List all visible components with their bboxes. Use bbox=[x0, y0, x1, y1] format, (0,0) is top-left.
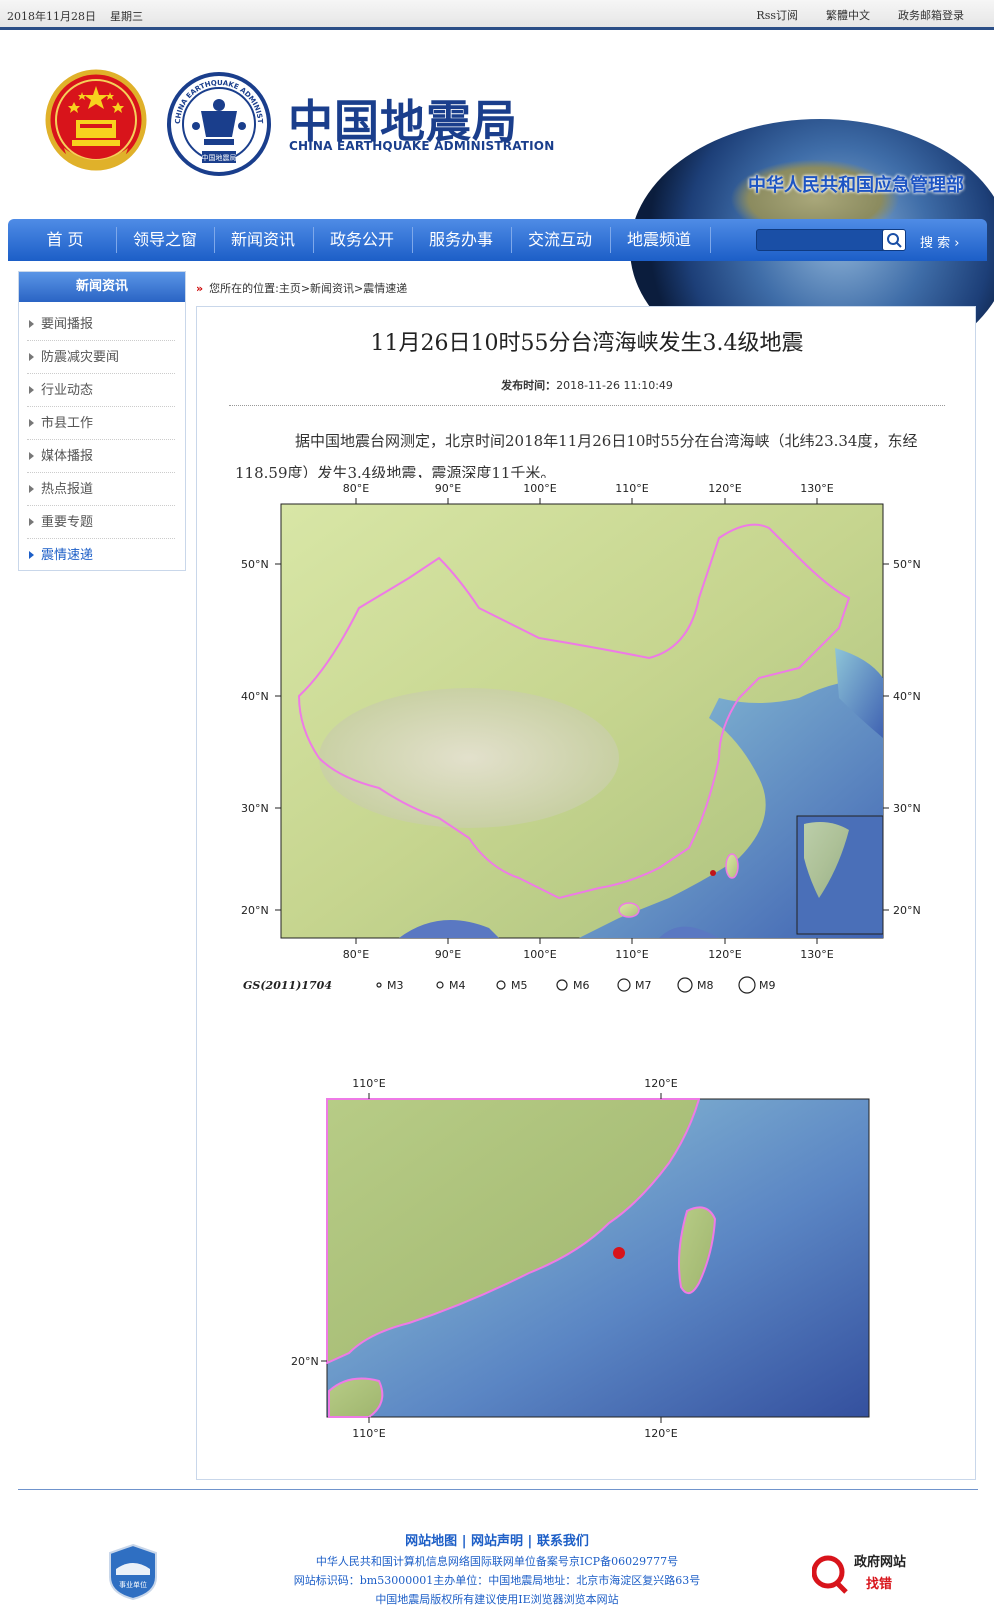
nav-gov-affairs[interactable]: 政务公开 bbox=[311, 219, 413, 261]
lat-label-20-right: 20°N bbox=[893, 904, 921, 917]
lon-label-130-bottom: 130°E bbox=[800, 948, 833, 961]
lon-label-120: 120°E bbox=[708, 482, 741, 495]
nav-services[interactable]: 服务办事 bbox=[410, 219, 512, 261]
sidebar-item-hot-reports[interactable]: 热点报道 bbox=[27, 473, 175, 506]
badge-left-text: 事业单位 bbox=[119, 1580, 147, 1589]
legend-m4: M4 bbox=[449, 979, 466, 992]
top-bar: 2018年11月28日 星期三 Rss订阅 繁體中文 政务邮箱登录 bbox=[0, 0, 994, 30]
breadcrumb: » 您所在的位置:主页>新闻资讯>震情速递 bbox=[196, 280, 407, 296]
site-title-en: CHINA EARTHQUAKE ADMINISTRATION bbox=[289, 139, 555, 153]
article-panel: 11月26日10时55分台湾海峡发生3.4级地震 发布时间：2018-11-26… bbox=[196, 306, 976, 1480]
sidebar-item-media[interactable]: 媒体播报 bbox=[27, 440, 175, 473]
legend-m7: M7 bbox=[635, 979, 652, 992]
footer-divider bbox=[18, 1489, 978, 1490]
divider bbox=[229, 405, 945, 406]
legend-m6: M6 bbox=[573, 979, 590, 992]
national-emblem-icon bbox=[45, 69, 147, 171]
lon-label-100-bottom: 100°E bbox=[523, 948, 556, 961]
lat-label-20-detail: 20°N bbox=[291, 1355, 319, 1368]
earthquake-epicenter-icon bbox=[613, 1247, 625, 1259]
sidebar-item-quake-express[interactable]: 震情速递 bbox=[27, 539, 175, 572]
lon-label-130: 130°E bbox=[800, 482, 833, 495]
sidebar: 新闻资讯 要闻播报 防震减灾要闻 行业动态 市县工作 媒体播报 热点报道 重要专… bbox=[18, 271, 186, 571]
nav-leaders[interactable]: 领导之窗 bbox=[114, 219, 216, 261]
chevron-right-icon bbox=[29, 419, 34, 427]
chevron-right-icon bbox=[29, 386, 34, 394]
taiwan-strait-detail-map: 110°E 120°E 110°E 120°E 20°N bbox=[289, 1073, 889, 1459]
sidebar-item-headlines[interactable]: 要闻播报 bbox=[27, 308, 175, 341]
rss-link[interactable]: Rss订阅 bbox=[756, 7, 798, 23]
date-text: 2018年11月28日 bbox=[7, 10, 96, 23]
lon-label-110-detail: 110°E bbox=[352, 1077, 385, 1090]
weekday-text: 星期三 bbox=[110, 10, 143, 23]
ministry-link[interactable]: 中华人民共和国应急管理部 bbox=[748, 171, 964, 197]
chevron-right-icon bbox=[29, 485, 34, 493]
lat-label-50: 50°N bbox=[241, 558, 269, 571]
chevron-right-icon bbox=[29, 353, 34, 361]
lon-label-110-bottom: 110°E bbox=[615, 948, 648, 961]
nav-home[interactable]: 首 页 bbox=[14, 219, 116, 261]
badge-right-top: 政府网站 bbox=[854, 1554, 906, 1570]
cea-seal-icon: CHINA EARTHQUAKE ADMINISTRATION 中国地震局 bbox=[166, 71, 271, 176]
breadcrumb-text[interactable]: 您所在的位置:主页>新闻资讯>震情速递 bbox=[209, 282, 407, 295]
site-header: CHINA EARTHQUAKE ADMINISTRATION 中国地震局 中国… bbox=[0, 33, 994, 379]
gov-site-error-report-icon[interactable]: 政府网站 找错 bbox=[812, 1550, 912, 1596]
legend-m5: M5 bbox=[511, 979, 528, 992]
sidebar-item-industry[interactable]: 行业动态 bbox=[27, 374, 175, 407]
lat-label-50-right: 50°N bbox=[893, 558, 921, 571]
sidebar-heading: 新闻资讯 bbox=[19, 272, 185, 302]
article-title: 11月26日10时55分台湾海峡发生3.4级地震 bbox=[370, 331, 804, 356]
map-credit: GS(2011)1704 bbox=[243, 979, 332, 992]
lat-label-40: 40°N bbox=[241, 690, 269, 703]
main-nav: 首 页 领导之窗 新闻资讯 政务公开 服务办事 交流互动 地震频道 搜 索 › bbox=[8, 219, 987, 261]
lon-label-120-detail-bottom: 120°E bbox=[644, 1427, 677, 1440]
public-institution-badge-icon[interactable]: 事业单位 bbox=[108, 1543, 158, 1601]
contact-us-link[interactable]: 联系我们 bbox=[537, 1534, 589, 1549]
sidebar-item-local-work[interactable]: 市县工作 bbox=[27, 407, 175, 440]
lon-label-90-bottom: 90°E bbox=[435, 948, 461, 961]
chevron-right-icon bbox=[29, 320, 34, 328]
legend-m3: M3 bbox=[387, 979, 404, 992]
sidebar-item-topics[interactable]: 重要专题 bbox=[27, 506, 175, 539]
chevron-right-icon bbox=[29, 518, 34, 526]
lon-label-100: 100°E bbox=[523, 482, 556, 495]
publish-time: 发布时间：2018-11-26 11:10:49 bbox=[197, 377, 977, 393]
date-display: 2018年11月28日 星期三 bbox=[7, 8, 143, 24]
sitemap-link[interactable]: 网站地图 bbox=[405, 1534, 457, 1549]
lon-label-90: 90°E bbox=[435, 482, 461, 495]
badge-right-bottom: 找错 bbox=[866, 1576, 892, 1592]
lat-label-20: 20°N bbox=[241, 904, 269, 917]
lat-label-30-right: 30°N bbox=[893, 802, 921, 815]
nav-interaction[interactable]: 交流互动 bbox=[509, 219, 611, 261]
nav-news[interactable]: 新闻资讯 bbox=[212, 219, 314, 261]
gov-mail-login-link[interactable]: 政务邮箱登录 bbox=[898, 7, 964, 23]
site-statement-link[interactable]: 网站声明 bbox=[471, 1534, 523, 1549]
lon-label-120-detail: 120°E bbox=[644, 1077, 677, 1090]
publish-time-value: 2018-11-26 11:10:49 bbox=[556, 379, 673, 392]
lat-label-30: 30°N bbox=[241, 802, 269, 815]
lon-label-80: 80°E bbox=[343, 482, 369, 495]
china-overview-map: 80°E 90°E 100°E 110°E 120°E 130°E 80°E 9… bbox=[239, 478, 939, 1010]
earthquake-marker bbox=[710, 870, 716, 876]
lon-label-110: 110°E bbox=[615, 482, 648, 495]
traditional-chinese-link[interactable]: 繁體中文 bbox=[826, 7, 870, 23]
seal-text-cn: 中国地震局 bbox=[202, 153, 237, 162]
legend-m9: M9 bbox=[759, 979, 776, 992]
lon-label-110-detail-bottom: 110°E bbox=[352, 1427, 385, 1440]
chevron-right-icon bbox=[29, 551, 34, 559]
lat-label-40-right: 40°N bbox=[893, 690, 921, 703]
search-icon[interactable] bbox=[882, 229, 906, 251]
chevron-right-icon bbox=[29, 452, 34, 460]
sidebar-item-disaster-news[interactable]: 防震减灾要闻 bbox=[27, 341, 175, 374]
search-button[interactable]: 搜 索 › bbox=[920, 232, 959, 251]
lon-label-80-bottom: 80°E bbox=[343, 948, 369, 961]
publish-time-label: 发布时间： bbox=[501, 379, 557, 392]
legend-m8: M8 bbox=[697, 979, 714, 992]
nav-earthquake-channel[interactable]: 地震频道 bbox=[608, 219, 710, 261]
breadcrumb-marker: » bbox=[196, 282, 204, 295]
lon-label-120-bottom: 120°E bbox=[708, 948, 741, 961]
